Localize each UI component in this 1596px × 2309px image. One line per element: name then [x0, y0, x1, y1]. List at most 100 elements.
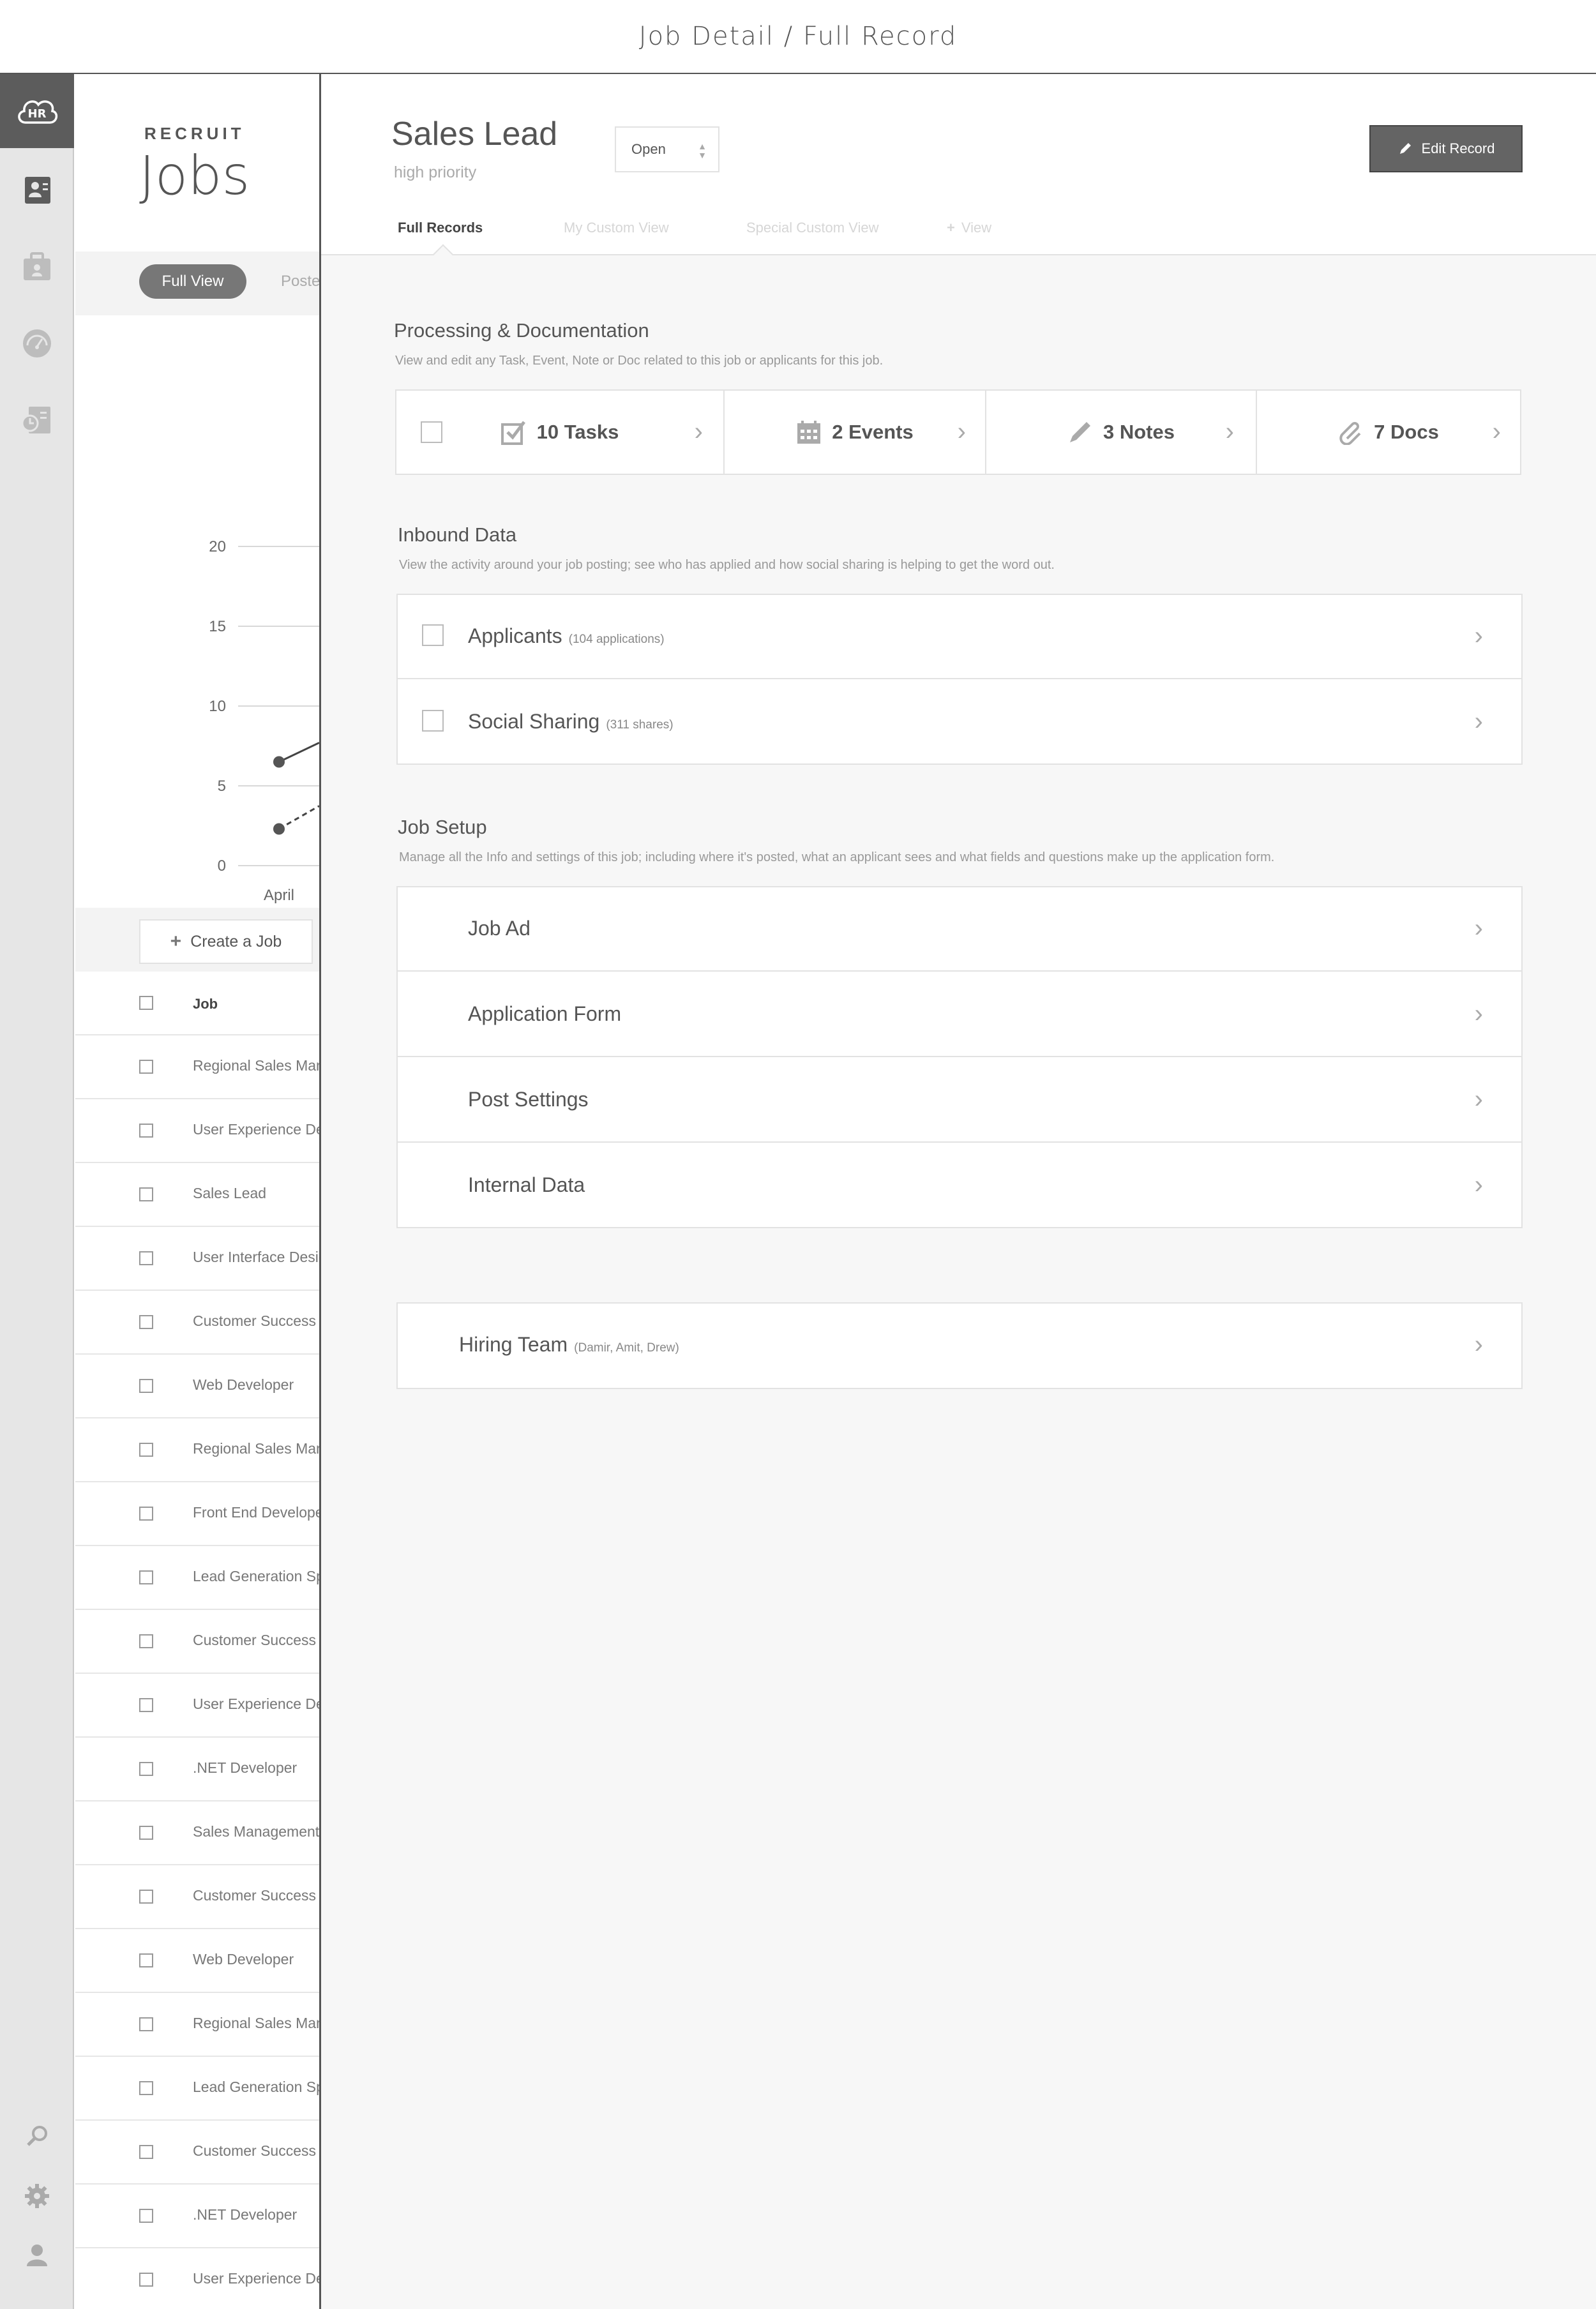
job-list-row[interactable]: User Experience Designer [75, 1674, 319, 1738]
job-list-row[interactable]: Front End Developer [75, 1482, 319, 1546]
tasks-tile[interactable]: 10 Tasks › [396, 391, 725, 474]
docs-tile[interactable]: 7 Docs › [1257, 391, 1520, 474]
svg-text:HR: HR [28, 107, 47, 121]
row-checkbox[interactable] [139, 1187, 153, 1201]
full-view-pill[interactable]: Full View [139, 264, 246, 299]
calendar-icon [797, 421, 821, 444]
job-list-row[interactable]: Sales Lead [75, 1163, 319, 1227]
job-list-row[interactable]: User Experience Designer [75, 1099, 319, 1163]
row-checkbox[interactable] [139, 1890, 153, 1904]
job-name: User Experience Designer [193, 2270, 319, 2287]
tab-add-view[interactable]: + View [947, 220, 991, 236]
applicants-count: (104 applications) [568, 633, 665, 646]
job-name: Customer Success Manager [193, 2142, 319, 2159]
jobs-line-chart: 20 15 10 5 0 April [209, 538, 319, 904]
job-list-row[interactable]: Regional Sales Manager [75, 1993, 319, 2057]
notes-tile[interactable]: 3 Notes › [986, 391, 1257, 474]
row-checkbox[interactable] [139, 1060, 153, 1074]
application-form-row[interactable]: Application Form › [398, 973, 1521, 1057]
post-settings-row[interactable]: Post Settings › [398, 1058, 1521, 1143]
row-checkbox[interactable] [139, 2145, 153, 2159]
row-checkbox[interactable] [139, 1762, 153, 1776]
row-checkbox[interactable] [139, 1634, 153, 1648]
job-name: Lead Generation Specialist [193, 1568, 319, 1584]
tab-full-records[interactable]: Full Records [398, 220, 483, 236]
tab-my-custom-view[interactable]: My Custom View [564, 220, 669, 236]
job-ad-row[interactable]: Job Ad › [398, 887, 1521, 972]
events-tile[interactable]: 2 Events › [725, 391, 986, 474]
row-checkbox[interactable] [139, 1379, 153, 1393]
job-list-row[interactable]: .NET Developer [75, 1738, 319, 1801]
job-list-row[interactable]: Web Developer [75, 1929, 319, 1993]
job-list-row[interactable]: Sales Management [75, 1801, 319, 1865]
setup-list: Job Ad › Application Form › Post Settings ›… [396, 886, 1523, 1228]
job-list-row[interactable]: Web Developer [75, 1355, 319, 1418]
social-sharing-checkbox[interactable] [422, 710, 444, 732]
row-checkbox[interactable] [139, 1507, 153, 1521]
jobs-list-column: RECRUIT Jobs Full View Posted 20 15 10 5 0 Ap… [75, 74, 319, 2309]
chevron-right-icon: › [1474, 707, 1483, 735]
social-sharing-row[interactable]: Social Sharing (311 shares) › [398, 681, 1521, 765]
dashboard-icon[interactable] [18, 324, 56, 363]
jobs-title: Jobs [139, 144, 250, 207]
row-checkbox[interactable] [139, 2209, 153, 2223]
series-point-1[interactable] [273, 823, 285, 835]
job-name: User Experience Designer [193, 1121, 319, 1138]
select-all-checkbox[interactable] [139, 996, 153, 1010]
tab-special-custom-view[interactable]: Special Custom View [746, 220, 878, 236]
candidates-icon[interactable] [18, 171, 56, 209]
job-list-row[interactable]: Customer Success Manager [75, 1865, 319, 1929]
edit-record-button[interactable]: Edit Record [1369, 125, 1523, 172]
job-name: Regional Sales Manager [193, 2015, 319, 2031]
task-check-icon [501, 421, 525, 445]
row-checkbox[interactable] [139, 2017, 153, 2031]
row-checkbox[interactable] [139, 1826, 153, 1840]
status-select[interactable]: Open ▲ ▼ [615, 126, 719, 172]
chevron-right-icon: › [957, 417, 966, 446]
chevron-right-icon: › [1225, 417, 1234, 446]
row-checkbox[interactable] [139, 2273, 153, 2287]
row-checkbox[interactable] [139, 1698, 153, 1712]
job-name: Sales Lead [193, 1185, 267, 1201]
internal-data-row[interactable]: Internal Data › [398, 1144, 1521, 1228]
job-list-row[interactable]: Regional Sales Manager [75, 1035, 319, 1099]
job-name: User Experience Designer [193, 1696, 319, 1712]
row-checkbox[interactable] [139, 1315, 153, 1329]
job-list-row[interactable]: Customer Success Manager [75, 1610, 319, 1674]
setup-title: Job Setup [398, 816, 487, 838]
job-list-row[interactable]: User Experience Designer [75, 2248, 319, 2309]
create-bar: + Create a Job [75, 908, 319, 972]
row-checkbox[interactable] [139, 1570, 153, 1584]
chevron-right-icon: › [1474, 1085, 1483, 1113]
job-list-row[interactable]: User Interface Designer [75, 1227, 319, 1291]
detail-header: Sales Lead high priority Open ▲ ▼ Edit Rec… [321, 74, 1596, 264]
job-title: Sales Lead [391, 116, 558, 153]
job-list-row[interactable]: Regional Sales Manager [75, 1418, 319, 1482]
job-list-row[interactable]: Lead Generation Specialist [75, 1546, 319, 1610]
applicants-checkbox[interactable] [422, 624, 444, 646]
view-switcher: Full View Posted [75, 252, 319, 315]
gear-icon[interactable] [18, 2177, 56, 2215]
applicants-row[interactable]: Applicants (104 applications) › [398, 595, 1521, 679]
search-icon[interactable] [18, 2117, 56, 2155]
hiring-team-members: (Damir, Amit, Drew) [574, 1341, 679, 1355]
reports-icon[interactable] [18, 401, 56, 439]
row-checkbox[interactable] [139, 1124, 153, 1138]
job-list-row[interactable]: Customer Success Manager [75, 2121, 319, 2185]
job-list-row[interactable]: Lead Generation Specialist [75, 2057, 319, 2121]
row-checkbox[interactable] [139, 1443, 153, 1457]
row-checkbox[interactable] [139, 1251, 153, 1265]
series-point-0[interactable] [273, 756, 285, 768]
row-checkbox[interactable] [139, 2081, 153, 2095]
hr-logo[interactable]: HR [0, 74, 74, 148]
posted-view-tab[interactable]: Posted [281, 273, 319, 290]
jobs-icon[interactable] [18, 248, 56, 286]
job-list-row[interactable]: Customer Success Manager [75, 1291, 319, 1355]
user-icon[interactable] [18, 2236, 56, 2274]
hiring-team-row[interactable]: Hiring Team (Damir, Amit, Drew) › [398, 1304, 1521, 1388]
create-job-button[interactable]: + Create a Job [139, 919, 313, 964]
create-job-label: Create a Job [190, 932, 282, 951]
y-tick-label: 10 [209, 698, 226, 715]
job-list-row[interactable]: .NET Developer [75, 2185, 319, 2248]
row-checkbox[interactable] [139, 1953, 153, 1967]
